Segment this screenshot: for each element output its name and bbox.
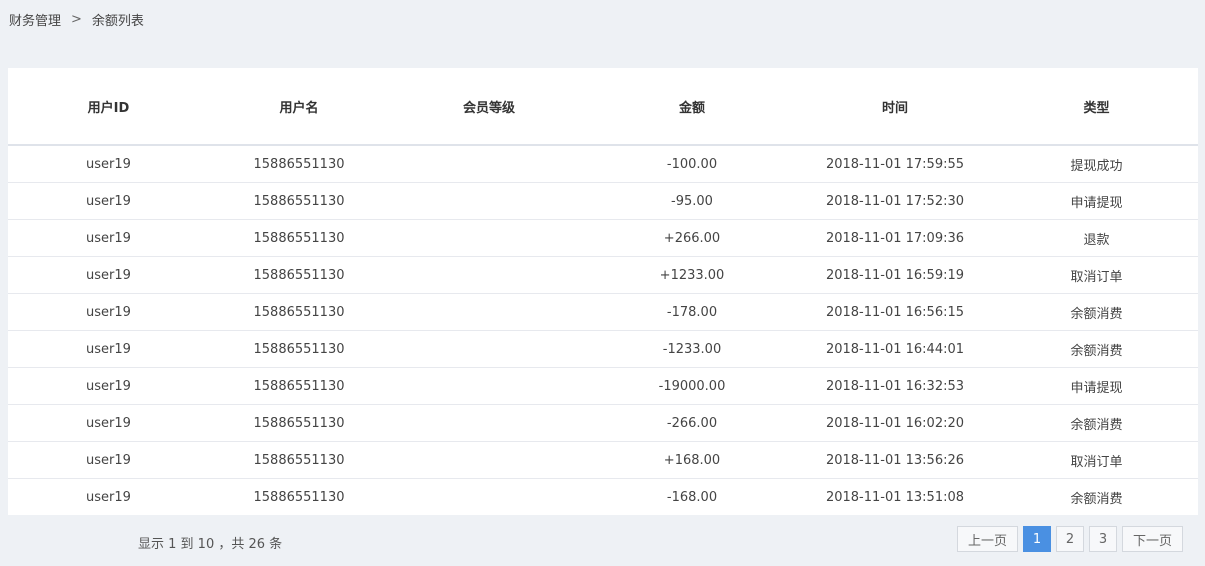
breadcrumb-current: 余额列表 (91, 13, 144, 29)
cell-user-id: user19 (86, 489, 131, 505)
cell-user-id: user19 (8, 293, 209, 331)
table-row: user19 15886551130 +266.00 2018-11-01 17:09… (8, 219, 1198, 257)
cell-amount: +266.00 (589, 219, 795, 257)
pagination-summary: 显示 1 到 10 ，共 26 条 (138, 537, 283, 552)
cell-member-level (389, 256, 589, 294)
breadcrumb: 财务管理 > 余额列表 (9, 9, 144, 29)
next-page-button[interactable]: 下一页 (1121, 526, 1183, 552)
cell-user-id: user19 (8, 182, 209, 220)
cell-user-id: user19 (8, 404, 209, 442)
cell-username: 15886551130 (209, 367, 389, 405)
column-header-time: 时间 (795, 68, 995, 146)
cell-username: 15886551130 (209, 182, 389, 220)
cell-member-level (389, 404, 589, 442)
cell-amount: -19000.00 (589, 367, 795, 405)
cell-member-level (389, 441, 589, 479)
cell-type: 余额消费 (995, 330, 1198, 368)
cell-time: 2018-11-01 17:09:36 (795, 219, 995, 257)
cell-username: 15886551130 (209, 219, 389, 257)
cell-username: 15886551130 (209, 256, 389, 294)
cell-member-level (389, 330, 589, 368)
cell-time: 2018-11-01 17:59:55 (795, 145, 995, 183)
table-row: user19 15886551130 -168.00 2018-11-01 13:51… (8, 479, 1198, 516)
cell-time: 2018-11-01 16:44:01 (795, 330, 995, 368)
cell-username: 15886551130 (253, 489, 345, 505)
table-row: user19 15886551130 -178.00 2018-11-01 16:56… (8, 293, 1198, 331)
table-row: user19 15886551130 +1233.00 2018-11-01 16:5… (8, 256, 1198, 294)
cell-type: 取消订单 (995, 441, 1198, 479)
column-header-type: 类型 (995, 68, 1198, 146)
cell-time: 2018-11-01 16:56:15 (795, 293, 995, 331)
balance-table: 用户ID 用户名 会员等级 金额 时间 类型 user19 15886551130… (8, 68, 1198, 515)
cell-type: 余额消费 (995, 293, 1198, 331)
breadcrumb-separator: > (71, 11, 82, 27)
breadcrumb-parent[interactable]: 财务管理 (9, 10, 61, 29)
cell-username: 15886551130 (209, 441, 389, 479)
cell-time: 2018-11-01 16:59:19 (795, 256, 995, 294)
cell-type: 申请提现 (995, 182, 1198, 220)
cell-type: 余额消费 (995, 404, 1198, 442)
table-row: user19 15886551130 -100.00 2018-11-01 17:59… (8, 145, 1198, 183)
table-row: user19 15886551130 +168.00 2018-11-01 13:56… (8, 441, 1198, 479)
cell-username: 15886551130 (209, 145, 389, 183)
cell-time: 2018-11-01 17:52:30 (795, 182, 995, 220)
page-button-3[interactable]: 3 (1088, 526, 1117, 552)
cell-time: 2018-11-01 16:02:20 (795, 404, 995, 442)
cell-member-level (389, 367, 589, 405)
column-header-member-level: 会员等级 (389, 68, 589, 146)
cell-type: 余额消费 (1070, 491, 1123, 507)
cell-member-level (389, 293, 589, 331)
column-header-user-id: 用户ID (8, 68, 209, 146)
cell-username: 15886551130 (209, 404, 389, 442)
page-button-1[interactable]: 1 (1022, 526, 1051, 552)
cell-amount: -178.00 (589, 293, 795, 331)
cell-member-level (389, 182, 589, 220)
cell-type: 申请提现 (995, 367, 1198, 405)
table-row: user19 15886551130 -95.00 2018-11-01 17:52:… (8, 182, 1198, 220)
cell-member-level (389, 479, 589, 516)
prev-page-button[interactable]: 上一页 (956, 526, 1018, 552)
cell-member-level (389, 219, 589, 257)
table-footer: 显示 1 到 10 ，共 26 条 上一页 1 2 3 下一页 (0, 520, 1205, 566)
table-body: user19 15886551130 -100.00 2018-11-01 17:59… (8, 145, 1198, 515)
cell-user-id: user19 (8, 441, 209, 479)
table-row: user19 15886551130 -19000.00 2018-11-01 16:… (8, 367, 1198, 405)
cell-user-id: user19 (8, 256, 209, 294)
column-header-username: 用户名 (209, 68, 389, 146)
cell-user-id: user19 (8, 367, 209, 405)
cell-type: 退款 (995, 219, 1198, 257)
cell-amount: -95.00 (589, 182, 795, 220)
cell-username: 15886551130 (209, 330, 389, 368)
balance-table-panel: 用户ID 用户名 会员等级 金额 时间 类型 user19 15886551130… (8, 68, 1198, 515)
cell-user-id: user19 (8, 219, 209, 257)
cell-time: 2018-11-01 13:51:08 (825, 489, 965, 505)
cell-member-level (389, 145, 589, 183)
cell-type: 提现成功 (995, 145, 1198, 183)
cell-amount: -266.00 (589, 404, 795, 442)
table-row: user19 15886551130 -1233.00 2018-11-01 16:4… (8, 330, 1198, 368)
cell-amount: -168.00 (666, 489, 718, 505)
cell-amount: -1233.00 (589, 330, 795, 368)
cell-username: 15886551130 (209, 293, 389, 331)
pagination: 上一页 1 2 3 下一页 (956, 526, 1183, 552)
cell-amount: +1233.00 (589, 256, 795, 294)
cell-user-id: user19 (8, 330, 209, 368)
table-header-row: 用户ID 用户名 会员等级 金额 时间 类型 (8, 68, 1198, 146)
cell-time: 2018-11-01 16:32:53 (795, 367, 995, 405)
table-row: user19 15886551130 -266.00 2018-11-01 16:02… (8, 404, 1198, 442)
cell-amount: +168.00 (589, 441, 795, 479)
page-button-2[interactable]: 2 (1055, 526, 1084, 552)
column-header-amount: 金额 (589, 68, 795, 146)
cell-amount: -100.00 (589, 145, 795, 183)
cell-type: 取消订单 (995, 256, 1198, 294)
cell-user-id: user19 (8, 145, 209, 183)
cell-time: 2018-11-01 13:56:26 (795, 441, 995, 479)
